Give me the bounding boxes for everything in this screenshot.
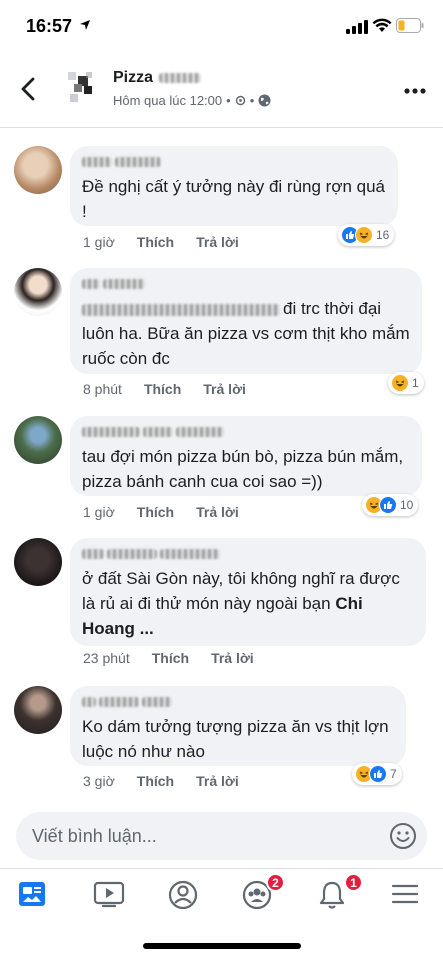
comment-bubble: đi trc thời đại luôn ha. Bữa ăn pizza vs… bbox=[70, 268, 422, 374]
reply-button[interactable]: Trả lời bbox=[211, 650, 254, 666]
meta-dot: • bbox=[226, 93, 231, 108]
notifications-badge: 1 bbox=[344, 873, 363, 892]
commenter-name[interactable] bbox=[82, 276, 410, 292]
reply-button[interactable]: Trả lời bbox=[203, 381, 246, 397]
signal-icon bbox=[346, 20, 368, 34]
commenter-avatar[interactable] bbox=[14, 416, 62, 464]
bell-icon bbox=[319, 881, 345, 909]
tab-groups[interactable]: 2 bbox=[241, 873, 285, 913]
reaction-count: 16 bbox=[376, 228, 390, 242]
news-feed-icon bbox=[19, 882, 45, 906]
like-button[interactable]: Thích bbox=[137, 504, 174, 520]
reaction-count: 10 bbox=[400, 498, 414, 512]
more-options-icon[interactable] bbox=[404, 88, 426, 94]
haha-reaction-icon bbox=[355, 226, 373, 244]
comment-text-block: ở đất Sài Gòn này, tôi không nghĩ ra đượ… bbox=[82, 566, 414, 641]
reaction-count: 7 bbox=[390, 767, 397, 781]
page-avatar[interactable] bbox=[64, 70, 100, 106]
commenter-name[interactable] bbox=[82, 546, 414, 562]
post-meta: Hôm qua lúc 12:00 • • bbox=[113, 93, 271, 108]
location-arrow-icon bbox=[80, 20, 90, 30]
comment-text: Ko dám tưởng tượng pizza ăn vs thịt lợn … bbox=[82, 717, 389, 761]
comment-input[interactable] bbox=[32, 812, 372, 860]
reply-button[interactable]: Trả lời bbox=[196, 234, 239, 250]
like-reaction-icon bbox=[369, 765, 387, 783]
comment-time: 1 giờ bbox=[83, 234, 115, 250]
post-time: Hôm qua lúc 12:00 bbox=[113, 93, 223, 108]
commenter-name[interactable] bbox=[82, 694, 394, 710]
comment-item: đi trc thời đại luôn ha. Bữa ăn pizza vs… bbox=[0, 268, 443, 404]
like-button[interactable]: Thích bbox=[144, 381, 181, 397]
comment-actions: 1 giờ Thích Trả lời bbox=[83, 234, 261, 250]
reaction-summary[interactable]: 1 bbox=[388, 372, 424, 394]
meta-dot: • bbox=[249, 93, 255, 108]
status-bar: 16:57 bbox=[0, 0, 443, 52]
settings-icon bbox=[235, 95, 245, 106]
commenter-name[interactable] bbox=[82, 424, 410, 440]
comment-actions: 8 phút Thích Trả lời bbox=[83, 381, 268, 397]
commenter-avatar[interactable] bbox=[14, 686, 62, 734]
reaction-summary[interactable]: 16 bbox=[338, 224, 395, 246]
reaction-summary[interactable]: 10 bbox=[362, 494, 419, 516]
like-reaction-icon bbox=[379, 496, 397, 514]
commenter-avatar[interactable] bbox=[14, 538, 62, 586]
status-time: 16:57 bbox=[26, 16, 73, 36]
watch-video-icon bbox=[93, 881, 125, 908]
redacted-mention bbox=[82, 303, 280, 316]
wifi-icon bbox=[372, 18, 392, 32]
home-indicator[interactable] bbox=[143, 943, 301, 949]
reaction-count: 1 bbox=[412, 376, 419, 390]
like-button[interactable]: Thích bbox=[137, 773, 174, 789]
post-header: Pizza Hôm qua lúc 12:00 • • bbox=[0, 52, 443, 128]
commenter-name[interactable] bbox=[82, 154, 386, 170]
comment-item: Ko dám tưởng tượng pizza ăn vs thịt lợn … bbox=[0, 686, 443, 798]
comment-text: tau đợi món pizza bún bò, pizza bún mắm,… bbox=[82, 447, 404, 491]
comment-bubble: ở đất Sài Gòn này, tôi không nghĩ ra đượ… bbox=[70, 538, 426, 646]
commenter-avatar[interactable] bbox=[14, 268, 62, 316]
groups-badge: 2 bbox=[266, 873, 285, 892]
like-button[interactable]: Thích bbox=[152, 650, 189, 666]
comment-time: 3 giờ bbox=[83, 773, 115, 789]
comment-composer bbox=[16, 812, 427, 860]
comment-text-block: đi trc thời đại luôn ha. Bữa ăn pizza vs… bbox=[82, 296, 410, 371]
comment-bubble: Ko dám tưởng tượng pizza ăn vs thịt lợn … bbox=[70, 686, 406, 766]
tab-notifications[interactable]: 1 bbox=[317, 873, 363, 913]
tab-news-feed[interactable] bbox=[17, 879, 57, 913]
reply-button[interactable]: Trả lời bbox=[196, 504, 239, 520]
like-button[interactable]: Thích bbox=[137, 234, 174, 250]
tab-menu[interactable] bbox=[390, 879, 430, 913]
comment-time: 23 phút bbox=[83, 650, 130, 666]
comment-item: Đề nghị cất ý tưởng này đi rùng rợn quá … bbox=[0, 146, 443, 256]
comment-bubble: Đề nghị cất ý tưởng này đi rùng rợn quá … bbox=[70, 146, 398, 226]
bottom-tab-bar: 2 1 bbox=[0, 868, 443, 920]
reaction-summary[interactable]: 7 bbox=[352, 763, 402, 785]
back-arrow-icon[interactable] bbox=[18, 76, 38, 102]
comment-text: Đề nghị cất ý tưởng này đi rùng rợn quá … bbox=[82, 177, 386, 221]
redacted-name bbox=[159, 73, 202, 83]
comment-time: 8 phút bbox=[83, 381, 122, 397]
comment-actions: 3 giờ Thích Trả lời bbox=[83, 773, 261, 789]
comment-actions: 1 giờ Thích Trả lời bbox=[83, 504, 261, 520]
reply-button[interactable]: Trả lời bbox=[196, 773, 239, 789]
page-name[interactable]: Pizza bbox=[113, 69, 153, 87]
hamburger-menu-icon bbox=[391, 884, 419, 904]
tab-profile[interactable] bbox=[167, 879, 207, 913]
haha-reaction-icon bbox=[391, 374, 409, 392]
comment-bubble: tau đợi món pizza bún bò, pizza bún mắm,… bbox=[70, 416, 422, 496]
page-name-row[interactable]: Pizza bbox=[113, 69, 202, 87]
comment-time: 1 giờ bbox=[83, 504, 115, 520]
commenter-avatar[interactable] bbox=[14, 146, 62, 194]
battery-icon bbox=[396, 18, 424, 33]
profile-icon bbox=[168, 880, 198, 910]
globe-icon bbox=[258, 94, 271, 107]
comment-item: ở đất Sài Gòn này, tôi không nghĩ ra đượ… bbox=[0, 538, 443, 678]
comment-item: tau đợi món pizza bún bò, pizza bún mắm,… bbox=[0, 416, 443, 528]
emoji-icon[interactable] bbox=[389, 822, 417, 850]
tab-watch[interactable] bbox=[93, 879, 133, 913]
comment-actions: 23 phút Thích Trả lời bbox=[83, 650, 276, 666]
